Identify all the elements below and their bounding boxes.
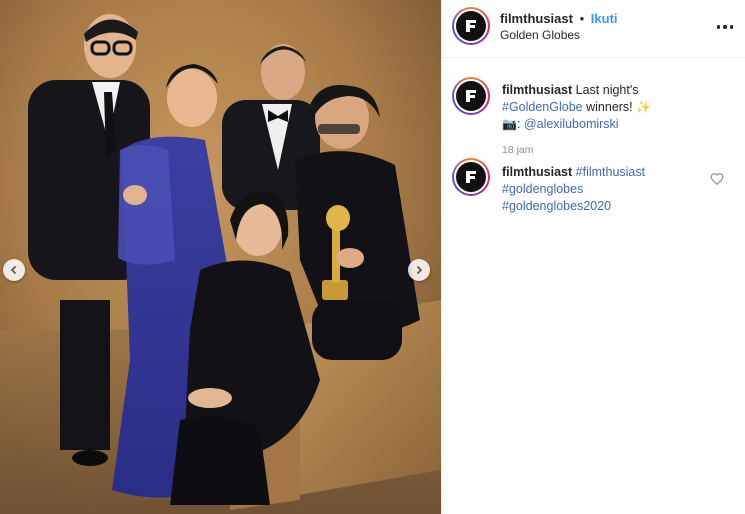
camera-icon: 📷 [502, 117, 517, 131]
hashtag-link[interactable]: #GoldenGlobe [502, 100, 583, 114]
caption-colon: : [516, 117, 521, 131]
comment-avatar[interactable] [452, 158, 490, 196]
caption-text: filmthusiast Last night's #GoldenGlobe w… [502, 82, 722, 133]
sparkle-icon: ✨ [636, 100, 652, 114]
header-title-line: filmthusiast • Ikuti [500, 11, 618, 26]
comment-text: filmthusiast #filmthusiast #goldenglobes… [502, 164, 702, 215]
more-options-button[interactable] [715, 17, 735, 37]
photo-illustration [0, 0, 441, 514]
header-separator: • [579, 11, 585, 26]
chevron-right-icon [416, 265, 423, 275]
post-timestamp: 18 jam [502, 144, 534, 156]
caption-username[interactable]: filmthusiast [502, 83, 572, 97]
caption-mid: winners! [586, 100, 633, 114]
film-logo-icon [466, 171, 476, 183]
hashtag-link[interactable]: #filmthusiast [576, 165, 645, 179]
avatar[interactable] [452, 7, 490, 45]
caption-intro: Last night's [575, 83, 639, 97]
comment-username[interactable]: filmthusiast [502, 165, 572, 179]
mention-link[interactable]: @alexilubomirski [524, 117, 619, 131]
next-image-button[interactable] [408, 259, 430, 281]
heart-icon[interactable] [710, 172, 724, 186]
location-link[interactable]: Golden Globes [500, 28, 580, 42]
header-username[interactable]: filmthusiast [500, 11, 573, 26]
post-details-panel: filmthusiast • Ikuti Golden Globes filmt… [442, 0, 745, 514]
hashtag-link[interactable]: #goldenglobes2020 [502, 199, 611, 213]
more-horizontal-icon [716, 25, 721, 29]
previous-image-button[interactable] [3, 259, 25, 281]
chevron-left-icon [10, 265, 17, 275]
follow-button[interactable]: Ikuti [591, 11, 618, 26]
caption-avatar[interactable] [452, 77, 490, 115]
film-logo-icon [466, 20, 476, 32]
hashtag-link[interactable]: #goldenglobes [502, 182, 583, 196]
film-logo-icon [466, 90, 476, 102]
post-header: filmthusiast • Ikuti Golden Globes [442, 0, 745, 58]
post-photo[interactable] [0, 0, 441, 514]
